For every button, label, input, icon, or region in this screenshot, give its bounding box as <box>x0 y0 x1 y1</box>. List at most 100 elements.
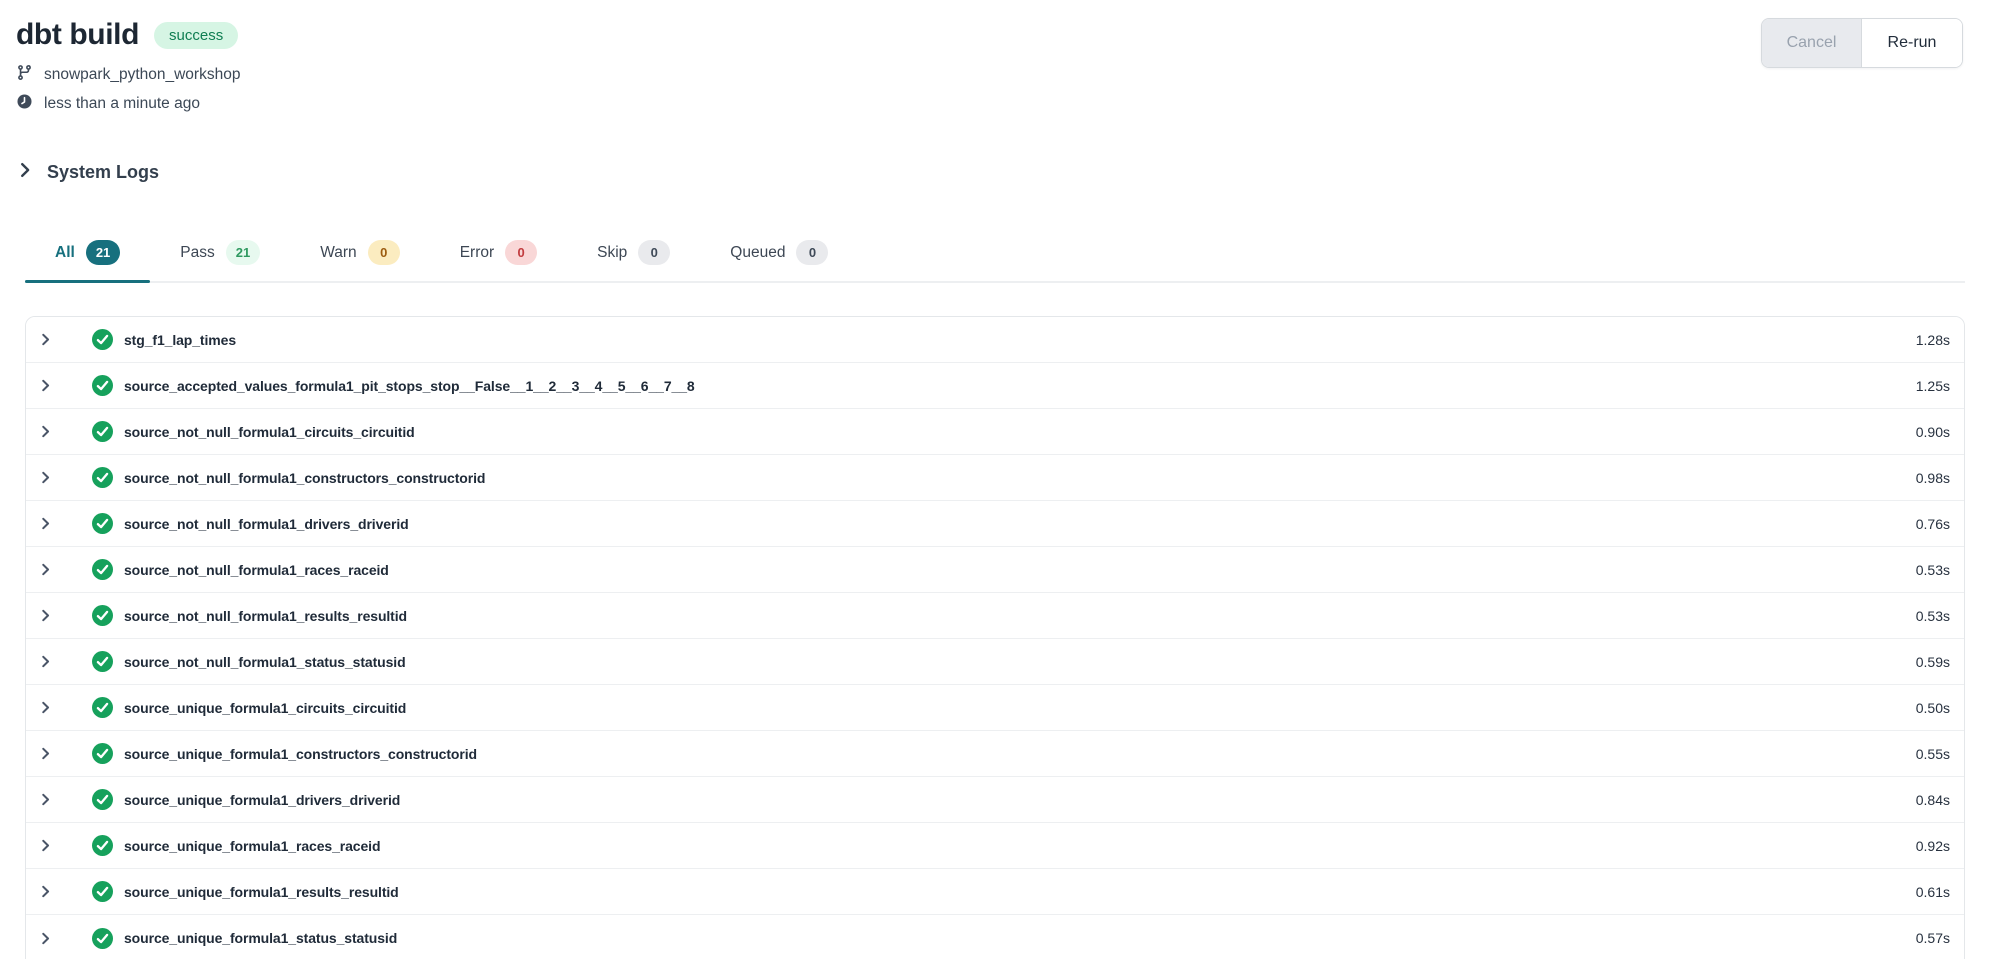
result-duration: 0.50s <box>1916 700 1950 716</box>
result-duration: 0.57s <box>1916 930 1950 946</box>
expand-row-button[interactable] <box>32 373 58 399</box>
chevron-right-icon <box>38 470 53 485</box>
result-row[interactable]: source_not_null_formula1_results_resulti… <box>26 593 1964 639</box>
pass-check-icon <box>92 513 113 534</box>
result-name: source_unique_formula1_circuits_circuiti… <box>124 700 406 716</box>
result-row[interactable]: source_unique_formula1_races_raceid 0.92… <box>26 823 1964 869</box>
expand-row-button[interactable] <box>32 833 58 859</box>
pass-check-icon <box>92 881 113 902</box>
pass-check-icon <box>92 467 113 488</box>
expand-row-button[interactable] <box>32 879 58 905</box>
result-name: source_not_null_formula1_circuits_circui… <box>124 424 415 440</box>
git-branch-icon <box>16 64 33 86</box>
pass-check-icon <box>92 559 113 580</box>
result-row[interactable]: source_not_null_formula1_races_raceid 0.… <box>26 547 1964 593</box>
tab-pass[interactable]: Pass 21 <box>150 228 290 281</box>
chevron-right-icon <box>38 884 53 899</box>
tab-warn[interactable]: Warn 0 <box>290 228 429 281</box>
result-duration: 0.90s <box>1916 424 1950 440</box>
tab-count-badge: 0 <box>796 240 828 265</box>
result-row[interactable]: source_unique_formula1_constructors_cons… <box>26 731 1964 777</box>
expand-row-button[interactable] <box>32 419 58 445</box>
result-row[interactable]: source_not_null_formula1_status_statusid… <box>26 639 1964 685</box>
expand-row-button[interactable] <box>32 603 58 629</box>
pass-check-icon <box>92 743 113 764</box>
tab-error[interactable]: Error 0 <box>430 228 567 281</box>
result-row[interactable]: source_unique_formula1_results_resultid … <box>26 869 1964 915</box>
expand-row-button[interactable] <box>32 695 58 721</box>
result-duration: 0.55s <box>1916 746 1950 762</box>
result-name: source_unique_formula1_drivers_driverid <box>124 792 400 808</box>
chevron-right-icon <box>38 378 53 393</box>
result-duration: 1.25s <box>1916 378 1950 394</box>
tab-count-badge: 0 <box>505 240 537 265</box>
chevron-right-icon <box>38 654 53 669</box>
result-name: source_accepted_values_formula1_pit_stop… <box>124 378 695 394</box>
tab-all[interactable]: All 21 <box>25 228 150 281</box>
result-row[interactable]: source_unique_formula1_circuits_circuiti… <box>26 685 1964 731</box>
result-row[interactable]: source_accepted_values_formula1_pit_stop… <box>26 363 1964 409</box>
pass-check-icon <box>92 789 113 810</box>
result-duration: 0.84s <box>1916 792 1950 808</box>
tab-queued[interactable]: Queued 0 <box>700 228 858 281</box>
time-row: less than a minute ago <box>16 93 240 115</box>
status-badge: success <box>154 22 238 49</box>
chevron-right-icon <box>38 608 53 623</box>
pass-check-icon <box>92 375 113 396</box>
result-row[interactable]: source_unique_formula1_drivers_driverid … <box>26 777 1964 823</box>
chevron-right-icon <box>38 931 53 946</box>
system-logs-toggle[interactable]: System Logs <box>16 161 159 184</box>
chevron-right-icon <box>38 838 53 853</box>
pass-check-icon <box>92 697 113 718</box>
pass-check-icon <box>92 421 113 442</box>
expand-row-button[interactable] <box>32 741 58 767</box>
expand-row-button[interactable] <box>32 327 58 353</box>
pass-check-icon <box>92 651 113 672</box>
result-row[interactable]: source_not_null_formula1_circuits_circui… <box>26 409 1964 455</box>
result-duration: 0.98s <box>1916 470 1950 486</box>
result-duration: 0.53s <box>1916 562 1950 578</box>
pass-check-icon <box>92 329 113 350</box>
result-name: source_not_null_formula1_drivers_driveri… <box>124 516 409 532</box>
result-row[interactable]: stg_f1_lap_times 1.28s <box>26 317 1964 363</box>
chevron-right-icon <box>38 424 53 439</box>
chevron-right-icon <box>38 516 53 531</box>
expand-row-button[interactable] <box>32 511 58 537</box>
rerun-button[interactable]: Re-run <box>1862 19 1962 67</box>
branch-row: snowpark_python_workshop <box>16 64 240 86</box>
expand-row-button[interactable] <box>32 649 58 675</box>
chevron-right-icon <box>38 562 53 577</box>
result-name: source_not_null_formula1_results_resulti… <box>124 608 407 624</box>
clock-icon <box>16 93 33 115</box>
tab-count-badge: 21 <box>226 240 260 265</box>
expand-row-button[interactable] <box>32 557 58 583</box>
result-row[interactable]: source_unique_formula1_status_statusid 0… <box>26 915 1964 959</box>
result-row[interactable]: source_not_null_formula1_constructors_co… <box>26 455 1964 501</box>
cancel-button[interactable]: Cancel <box>1762 19 1862 67</box>
result-duration: 0.53s <box>1916 608 1950 624</box>
pass-check-icon <box>92 928 113 949</box>
system-logs-label: System Logs <box>47 162 159 183</box>
chevron-right-icon <box>38 700 53 715</box>
tab-count-badge: 21 <box>86 240 120 265</box>
result-duration: 0.61s <box>1916 884 1950 900</box>
result-name: source_not_null_formula1_constructors_co… <box>124 470 485 486</box>
run-header: dbt build success snowpark_python_worksh… <box>0 0 1999 115</box>
expand-row-button[interactable] <box>32 925 58 951</box>
expand-row-button[interactable] <box>32 787 58 813</box>
results-filter-tabs: All 21 Pass 21 Warn 0 Error 0 Skip 0 Que… <box>25 228 1965 283</box>
results-list: stg_f1_lap_times 1.28s source_accepted_v… <box>25 316 1965 959</box>
result-name: source_unique_formula1_constructors_cons… <box>124 746 477 762</box>
chevron-right-icon <box>38 792 53 807</box>
tab-skip[interactable]: Skip 0 <box>567 228 700 281</box>
run-header-info: dbt build success snowpark_python_worksh… <box>16 18 240 115</box>
pass-check-icon <box>92 605 113 626</box>
expand-row-button[interactable] <box>32 465 58 491</box>
pass-check-icon <box>92 835 113 856</box>
result-duration: 0.76s <box>1916 516 1950 532</box>
result-name: source_not_null_formula1_races_raceid <box>124 562 389 578</box>
result-name: source_unique_formula1_status_statusid <box>124 930 397 946</box>
result-row[interactable]: source_not_null_formula1_drivers_driveri… <box>26 501 1964 547</box>
branch-name: snowpark_python_workshop <box>44 66 240 84</box>
result-name: source_not_null_formula1_status_statusid <box>124 654 406 670</box>
